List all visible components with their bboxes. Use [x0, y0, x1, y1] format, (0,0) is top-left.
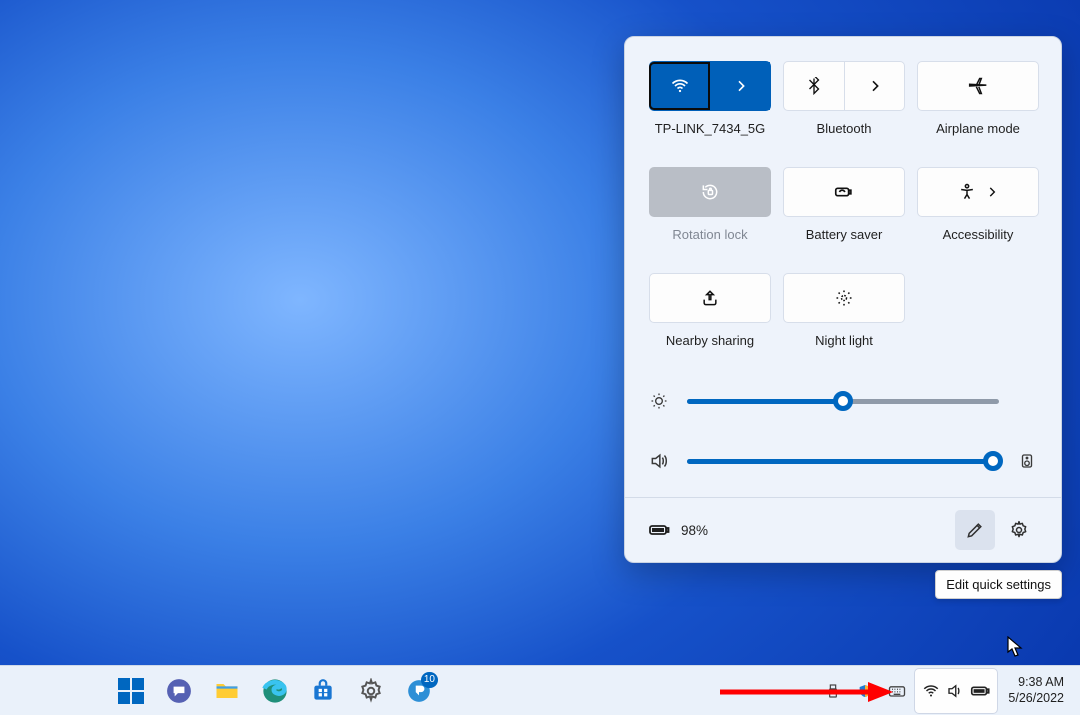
quick-settings-panel: TP-LINK_7434_5G Bluetooth	[624, 36, 1062, 563]
taskbar-file-explorer[interactable]	[206, 670, 248, 712]
wifi-tile: TP-LINK_7434_5G	[649, 61, 771, 157]
wifi-button[interactable]	[649, 61, 771, 111]
gear-icon	[1009, 520, 1029, 540]
gear-icon	[358, 678, 384, 704]
tray-touch-keyboard[interactable]	[882, 671, 912, 711]
keyboard-icon	[887, 681, 907, 701]
taskbar-store[interactable]	[302, 670, 344, 712]
wifi-label: TP-LINK_7434_5G	[655, 121, 766, 157]
rotation-label: Rotation lock	[672, 227, 747, 263]
clock-date: 5/26/2022	[1008, 691, 1064, 707]
taskbar-feedback-hub[interactable]: 10	[398, 670, 440, 712]
airplane-tile: Airplane mode	[917, 61, 1039, 157]
wifi-icon	[670, 76, 690, 96]
nearby-label: Nearby sharing	[666, 333, 754, 369]
chat-icon	[166, 678, 192, 704]
quick-settings-footer: 98%	[625, 497, 1061, 562]
battery-saver-tile: Battery saver	[783, 167, 905, 263]
tooltip-text: Edit quick settings	[946, 577, 1051, 592]
audio-output-button[interactable]	[1017, 452, 1037, 470]
pencil-icon	[965, 520, 985, 540]
start-button[interactable]	[110, 670, 152, 712]
volume-icon	[946, 682, 964, 700]
brightness-icon	[649, 391, 669, 411]
wifi-toggle[interactable]	[649, 62, 710, 110]
taskbar-tray: 9:38 AM 5/26/2022	[818, 666, 1072, 715]
battery-saver-button[interactable]	[783, 167, 905, 217]
tray-quick-settings-cluster[interactable]	[914, 668, 998, 714]
rotation-tile: Rotation lock	[649, 167, 771, 263]
bluetooth-expand[interactable]	[844, 62, 904, 110]
chevron-right-icon	[733, 78, 749, 94]
clock-time: 9:38 AM	[1008, 675, 1064, 691]
airplane-button[interactable]	[917, 61, 1039, 111]
store-icon	[310, 678, 336, 704]
cursor-icon	[1007, 636, 1025, 658]
battery-saver-icon	[833, 181, 855, 203]
bluetooth-tile: Bluetooth	[783, 61, 905, 157]
wifi-icon	[922, 682, 940, 700]
sliders-area	[649, 391, 1037, 471]
windows-logo-icon	[118, 678, 144, 704]
share-icon	[700, 288, 720, 308]
airplane-icon	[968, 76, 988, 96]
usb-icon	[825, 683, 841, 699]
accessibility-button[interactable]	[917, 167, 1039, 217]
battery-icon	[969, 680, 991, 702]
battery-icon	[647, 518, 671, 542]
nightlight-button[interactable]	[783, 273, 905, 323]
brightness-row	[649, 391, 1037, 411]
badge-count: 10	[421, 672, 438, 688]
airplane-label: Airplane mode	[936, 121, 1020, 157]
shield-icon	[857, 683, 873, 699]
tray-volume[interactable]	[943, 671, 967, 711]
chevron-right-icon	[867, 78, 883, 94]
edge-icon	[261, 677, 289, 705]
night-light-icon	[834, 288, 854, 308]
accessibility-icon	[957, 182, 977, 202]
nearby-button[interactable]	[649, 273, 771, 323]
chevron-right-icon	[985, 185, 999, 199]
folder-icon	[213, 677, 241, 705]
nightlight-tile: Night light	[783, 273, 905, 369]
battery-saver-label: Battery saver	[806, 227, 883, 263]
bluetooth-label: Bluetooth	[817, 121, 872, 157]
volume-row	[649, 451, 1037, 471]
tray-battery[interactable]	[967, 671, 993, 711]
tray-usb[interactable]	[818, 671, 848, 711]
bluetooth-icon	[805, 77, 823, 95]
volume-icon	[649, 451, 669, 471]
nightlight-label: Night light	[815, 333, 873, 369]
taskbar: 10 9:38 AM 5/26/2022	[0, 665, 1080, 715]
wifi-expand[interactable]	[710, 62, 770, 110]
rotation-button	[649, 167, 771, 217]
edit-quick-settings-button[interactable]	[955, 510, 995, 550]
bluetooth-toggle[interactable]	[784, 62, 844, 110]
taskbar-edge[interactable]	[254, 670, 296, 712]
accessibility-tile: Accessibility	[917, 167, 1039, 263]
taskbar-chat[interactable]	[158, 670, 200, 712]
accessibility-label: Accessibility	[943, 227, 1014, 263]
bluetooth-button[interactable]	[783, 61, 905, 111]
taskbar-clock[interactable]: 9:38 AM 5/26/2022	[1000, 675, 1072, 706]
all-settings-button[interactable]	[999, 510, 1039, 550]
tooltip: Edit quick settings	[935, 570, 1062, 599]
quick-settings-grid: TP-LINK_7434_5G Bluetooth	[649, 61, 1037, 369]
taskbar-center: 10	[110, 670, 440, 712]
rotation-lock-icon	[700, 182, 720, 202]
nearby-tile: Nearby sharing	[649, 273, 771, 369]
tray-wifi[interactable]	[919, 671, 943, 711]
battery-status[interactable]: 98%	[647, 518, 708, 542]
brightness-slider[interactable]	[687, 399, 999, 404]
taskbar-settings[interactable]	[350, 670, 392, 712]
tray-security[interactable]	[850, 671, 880, 711]
battery-percent: 98%	[681, 523, 708, 538]
volume-slider[interactable]	[687, 459, 999, 464]
